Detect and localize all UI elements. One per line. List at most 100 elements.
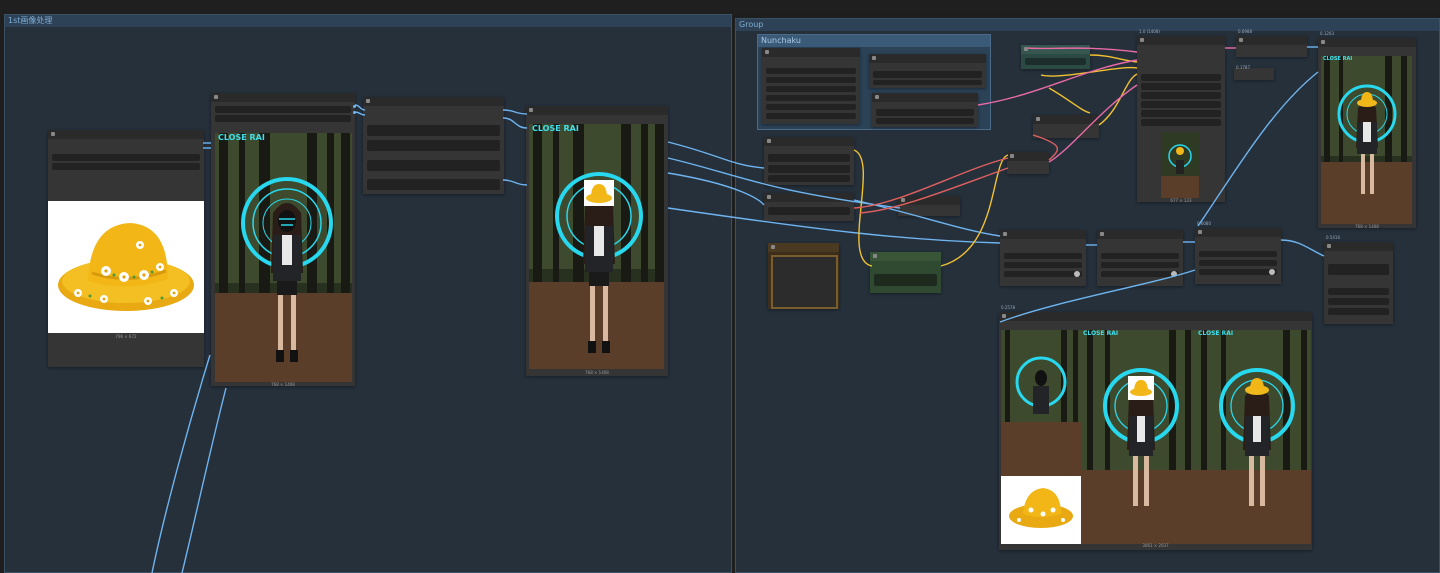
widget-sampler[interactable] bbox=[1141, 101, 1221, 108]
node-header[interactable] bbox=[872, 93, 978, 102]
image-batch-node[interactable]: 0.5416 bbox=[1324, 235, 1393, 324]
preview-image-node-inpaint[interactable]: CLOSE RAI 768 × 1408 bbox=[526, 106, 668, 376]
note-body[interactable] bbox=[771, 255, 838, 309]
output-port[interactable] bbox=[353, 111, 356, 114]
widget-field[interactable] bbox=[367, 179, 500, 190]
save-image-node[interactable]: 0.1203 CLOSE RAI 768 × 1408 bbox=[1318, 31, 1416, 229]
widget-seed[interactable] bbox=[1141, 74, 1221, 81]
node-header[interactable] bbox=[1318, 38, 1416, 47]
widget-field[interactable] bbox=[367, 140, 500, 151]
node-header[interactable] bbox=[1033, 115, 1099, 124]
ksampler-node[interactable]: 1.0 (1408) 677 × 123 bbox=[1137, 29, 1225, 203]
image-comparison-node[interactable]: 0.2578 CLOSE RAI CLOSE RAI 3061 × 2037 bbox=[999, 305, 1312, 550]
group-title[interactable]: 1st画像处理 bbox=[5, 15, 731, 27]
node-header[interactable] bbox=[1000, 230, 1086, 239]
collapse-dot-icon[interactable] bbox=[767, 195, 771, 199]
widget-steps[interactable] bbox=[1141, 83, 1221, 90]
collapse-dot-icon[interactable] bbox=[1327, 244, 1331, 248]
node-header[interactable] bbox=[869, 54, 986, 63]
collapse-dot-icon[interactable] bbox=[771, 245, 775, 249]
widget-toggle[interactable] bbox=[1199, 269, 1277, 275]
collapse-dot-icon[interactable] bbox=[1198, 230, 1202, 234]
widget-field[interactable] bbox=[1101, 253, 1179, 259]
conditioning-node[interactable] bbox=[764, 137, 854, 185]
encode-node[interactable] bbox=[764, 193, 854, 221]
widget-field[interactable] bbox=[1328, 298, 1389, 305]
output-port[interactable] bbox=[353, 105, 356, 108]
widget-field[interactable] bbox=[768, 154, 850, 162]
widget-field[interactable] bbox=[1328, 308, 1389, 315]
widget-field[interactable] bbox=[766, 77, 856, 83]
nunchaku-lora-node[interactable] bbox=[872, 93, 978, 127]
collapse-dot-icon[interactable] bbox=[1010, 154, 1014, 158]
widget-cfg[interactable] bbox=[1141, 92, 1221, 99]
widget-field[interactable] bbox=[1004, 262, 1082, 268]
node-header[interactable] bbox=[1097, 230, 1183, 239]
toggle-knob-icon[interactable] bbox=[1171, 271, 1177, 277]
nunchaku-model-loader-node[interactable] bbox=[762, 48, 860, 124]
widget-field[interactable] bbox=[766, 113, 856, 119]
node-header[interactable] bbox=[1195, 228, 1281, 237]
load-image-node-hat[interactable]: 796 × 672 bbox=[48, 130, 204, 367]
widget-field[interactable] bbox=[1328, 264, 1389, 275]
collapse-dot-icon[interactable] bbox=[1100, 232, 1104, 236]
model-sampling-node[interactable] bbox=[1033, 115, 1099, 138]
group-title[interactable]: Nunchaku bbox=[758, 35, 990, 47]
collapse-dot-icon[interactable] bbox=[872, 56, 876, 60]
node-header[interactable] bbox=[1021, 45, 1090, 54]
collapse-dot-icon[interactable] bbox=[767, 139, 771, 143]
node-header[interactable] bbox=[768, 243, 839, 252]
widget-upload[interactable] bbox=[215, 115, 351, 122]
load-image-node-person[interactable]: CLOSE RAI 768 × 1408 bbox=[211, 93, 356, 387]
node-header[interactable] bbox=[898, 196, 960, 205]
node-header[interactable] bbox=[764, 137, 854, 146]
collapse-dot-icon[interactable] bbox=[1002, 314, 1006, 318]
widget-field[interactable] bbox=[367, 125, 500, 136]
collapse-dot-icon[interactable] bbox=[901, 198, 905, 202]
widget-toggle[interactable] bbox=[1004, 271, 1082, 277]
widget-field[interactable] bbox=[768, 175, 850, 182]
collapse-dot-icon[interactable] bbox=[529, 108, 533, 112]
widget-field[interactable] bbox=[873, 71, 982, 78]
widget-image-select[interactable] bbox=[215, 106, 351, 113]
composite-node-1[interactable] bbox=[1000, 230, 1086, 286]
nunchaku-text-encoder-node[interactable] bbox=[869, 54, 986, 88]
collapse-dot-icon[interactable] bbox=[366, 99, 370, 103]
widget-field[interactable] bbox=[766, 68, 856, 74]
collapse-dot-icon[interactable] bbox=[875, 95, 879, 99]
widget-field[interactable] bbox=[1101, 262, 1179, 268]
widget-field[interactable] bbox=[1328, 288, 1389, 295]
collapse-dot-icon[interactable] bbox=[1239, 38, 1243, 42]
collapse-dot-icon[interactable] bbox=[1140, 38, 1144, 42]
flux-guidance-node[interactable] bbox=[1021, 45, 1090, 69]
collapse-dot-icon[interactable] bbox=[51, 132, 55, 136]
widget-field[interactable] bbox=[768, 207, 850, 215]
widget-field[interactable] bbox=[876, 118, 974, 124]
node-header[interactable] bbox=[1007, 152, 1049, 161]
collapse-dot-icon[interactable] bbox=[1024, 47, 1028, 51]
widget-scheduler[interactable] bbox=[1141, 110, 1221, 117]
widget-field[interactable] bbox=[766, 95, 856, 101]
widget-denoise[interactable] bbox=[1141, 119, 1221, 126]
widget-toggle[interactable] bbox=[1101, 271, 1179, 277]
collapse-dot-icon[interactable] bbox=[1036, 117, 1040, 121]
widget-field[interactable] bbox=[874, 274, 937, 286]
node-header[interactable] bbox=[526, 106, 668, 115]
widget-field[interactable] bbox=[873, 80, 982, 85]
image-scale-node[interactable]: 0.6988 bbox=[1236, 29, 1307, 57]
node-header[interactable] bbox=[870, 252, 941, 261]
reroute-node[interactable] bbox=[898, 196, 960, 216]
widget-field[interactable] bbox=[1199, 260, 1277, 266]
node-header[interactable] bbox=[1324, 242, 1393, 251]
guidance-node[interactable] bbox=[870, 252, 941, 293]
widget-field[interactable] bbox=[766, 86, 856, 92]
node-header[interactable] bbox=[363, 97, 504, 106]
note-node[interactable] bbox=[768, 243, 839, 309]
node-header[interactable] bbox=[48, 130, 204, 139]
widget-field[interactable] bbox=[367, 160, 500, 171]
node-header[interactable] bbox=[211, 93, 355, 102]
collapse-dot-icon[interactable] bbox=[765, 50, 769, 54]
image-crop-node[interactable]: 0.1787 bbox=[1234, 65, 1274, 80]
widget-image-select[interactable] bbox=[52, 154, 200, 161]
widget-field[interactable] bbox=[876, 109, 974, 116]
